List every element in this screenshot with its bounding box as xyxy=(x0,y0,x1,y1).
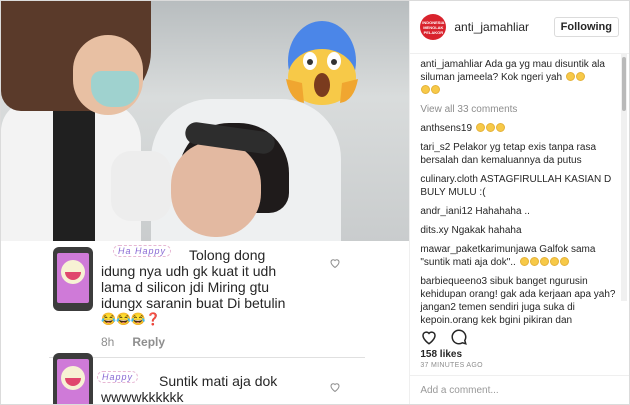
heart-icon[interactable] xyxy=(420,328,438,346)
post-header: INDONESIA MENOLAK PELAKOR anti_jamahliar… xyxy=(410,1,629,54)
username-link[interactable]: anti_jamahliar xyxy=(454,20,529,34)
action-bar xyxy=(410,325,629,349)
reply-link[interactable]: Reply xyxy=(132,335,165,349)
comment-text: idungx saranin buat Di betulin xyxy=(101,295,286,311)
post-sidebar: INDONESIA MENOLAK PELAKOR anti_jamahliar… xyxy=(409,1,629,404)
comment-text: Ngakak hahaha xyxy=(451,225,522,236)
list-item: mawar_paketkarimunjawa Galfok sama "sunt… xyxy=(420,243,619,269)
comment-time: 8h xyxy=(101,335,115,349)
comment-user[interactable]: dits.xy xyxy=(420,225,448,236)
add-comment-input[interactable]: Add a comment... xyxy=(410,375,629,404)
divider xyxy=(49,357,365,358)
scrollbar-thumb[interactable] xyxy=(622,57,626,111)
post-timestamp: 37 MINUTES AGO xyxy=(420,362,483,369)
list-item: dits.xy Ngakak hahaha xyxy=(420,224,619,237)
phone-smile-icon xyxy=(53,247,93,311)
comment-user[interactable]: anthsens19 xyxy=(420,123,472,134)
patient-face xyxy=(171,141,261,237)
heart-icon[interactable] xyxy=(329,381,341,393)
comment-user[interactable]: mawar_paketkarimunjawa xyxy=(420,244,536,255)
view-all-comments-link[interactable]: View all 33 comments xyxy=(420,103,619,116)
comment-text: Tolong dong xyxy=(189,247,266,263)
scrollbar[interactable] xyxy=(621,53,627,301)
list-item: culinary.cloth ASTAGFIRULLAH KASIAN D BU… xyxy=(420,173,619,199)
avatar[interactable]: INDONESIA MENOLAK PELAKOR xyxy=(420,14,447,40)
comment-user[interactable]: barbiequeeno3 xyxy=(420,276,487,287)
phone-smile-icon xyxy=(53,353,93,404)
heart-icon[interactable] xyxy=(329,257,341,269)
list-item: tari_s2 Pelakor yg tetap exis tanpa rasa… xyxy=(420,141,619,167)
comment-user[interactable]: tari_s2 xyxy=(420,142,450,153)
comment-bubble-icon[interactable] xyxy=(450,328,468,346)
comments-feed[interactable]: anti_jamahliar Ada ga yg mau disuntik al… xyxy=(410,54,629,325)
doctor-shirt xyxy=(53,111,95,241)
following-button[interactable]: Following xyxy=(553,17,619,37)
list-item: barbiequeeno3 sibuk banget ngurusin kehi… xyxy=(420,275,619,325)
screenshot-comments: Ha Happy Tolong dong idung nya udh gk ku… xyxy=(1,241,410,404)
comment-user[interactable]: culinary.cloth xyxy=(420,174,478,185)
comment-text: lama d silicon jdi Miring gtu xyxy=(101,279,270,295)
comment-text: idung nya udh gk kuat it udh xyxy=(101,263,277,279)
comment-emoji: 😂😂😂❓ xyxy=(101,312,161,326)
comment-banner: Happy xyxy=(97,371,139,383)
comment-meta: 8h Reply xyxy=(101,335,165,349)
comment-text: wwwwkkkkkk xyxy=(101,389,184,404)
caption: anti_jamahliar Ada ga yg mau disuntik al… xyxy=(420,58,619,97)
comment-text: Hahahaha .. xyxy=(475,206,530,217)
post-image[interactable]: Ha Happy Tolong dong idung nya udh gk ku… xyxy=(1,1,410,404)
caption-user[interactable]: anti_jamahliar xyxy=(420,59,482,70)
surgical-mask xyxy=(91,71,139,107)
likes-count[interactable]: 158 likes xyxy=(410,349,629,360)
comment-user[interactable]: andr_iani12 xyxy=(420,206,472,217)
list-item: andr_iani12 Hahahaha .. xyxy=(420,205,619,218)
comment-banner: Ha Happy xyxy=(113,245,172,257)
screaming-face-emoji xyxy=(286,21,358,105)
comment-text: Suntik mati aja dok xyxy=(159,373,278,389)
list-item: anthsens19 xyxy=(420,122,619,135)
gloved-hand xyxy=(111,151,171,221)
instagram-post: Ha Happy Tolong dong idung nya udh gk ku… xyxy=(0,0,630,405)
